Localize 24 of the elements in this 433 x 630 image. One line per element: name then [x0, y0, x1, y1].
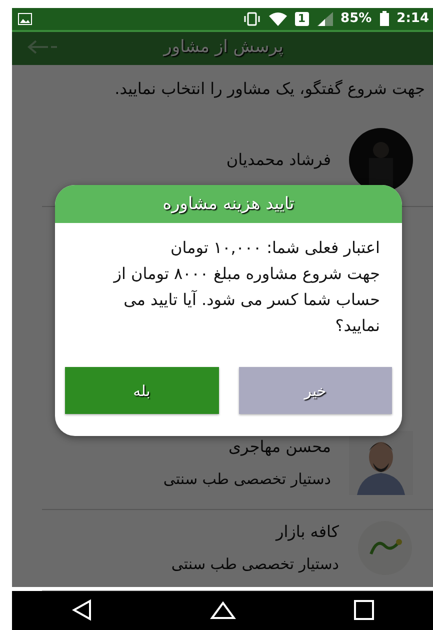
signal-icon: [316, 12, 333, 26]
image-icon: [18, 12, 32, 25]
sim-slot: 1: [294, 12, 309, 26]
dialog-message: جهت شروع مشاوره مبلغ ۸۰۰۰ تومان از حساب شما کسر می شود. آیا تایید می نمایید؟: [112, 263, 380, 337]
recents-icon[interactable]: [354, 600, 374, 620]
dialog-title: تایید هزینه مشاوره: [55, 185, 402, 223]
home-icon[interactable]: [210, 600, 236, 620]
advisor-role: دستیار تخصصی طب سنتی: [163, 470, 331, 488]
yes-button[interactable]: بله: [65, 367, 218, 414]
dialog-message: اعتبار فعلی شما: ۱۰,۰۰۰ تومان: [170, 237, 380, 259]
back-icon[interactable]: [70, 599, 93, 622]
advisor-role: دستیار تخصصی طب سنتی: [171, 555, 339, 574]
vibrate-icon: [242, 12, 261, 26]
wifi-icon: [268, 12, 287, 26]
instruction-text: جهت شروع گفتگو، یک مشاور را انتخاب نمایید.: [114, 78, 426, 100]
advisor-row[interactable]: کافه بازار دستیار تخصصی طب سنتی: [42, 510, 433, 591]
advisor-name: کافه بازار: [274, 522, 339, 542]
advisor-name: محسن مهاجری: [228, 437, 331, 456]
battery-percent: 85%: [340, 11, 372, 26]
no-button[interactable]: خیر: [238, 367, 392, 414]
advisor-name: فرشاد محمدیان: [226, 150, 331, 170]
clock: 2:14: [396, 11, 429, 26]
screen-title: پرسش از مشاور: [162, 37, 284, 58]
battery-icon: [380, 11, 389, 26]
